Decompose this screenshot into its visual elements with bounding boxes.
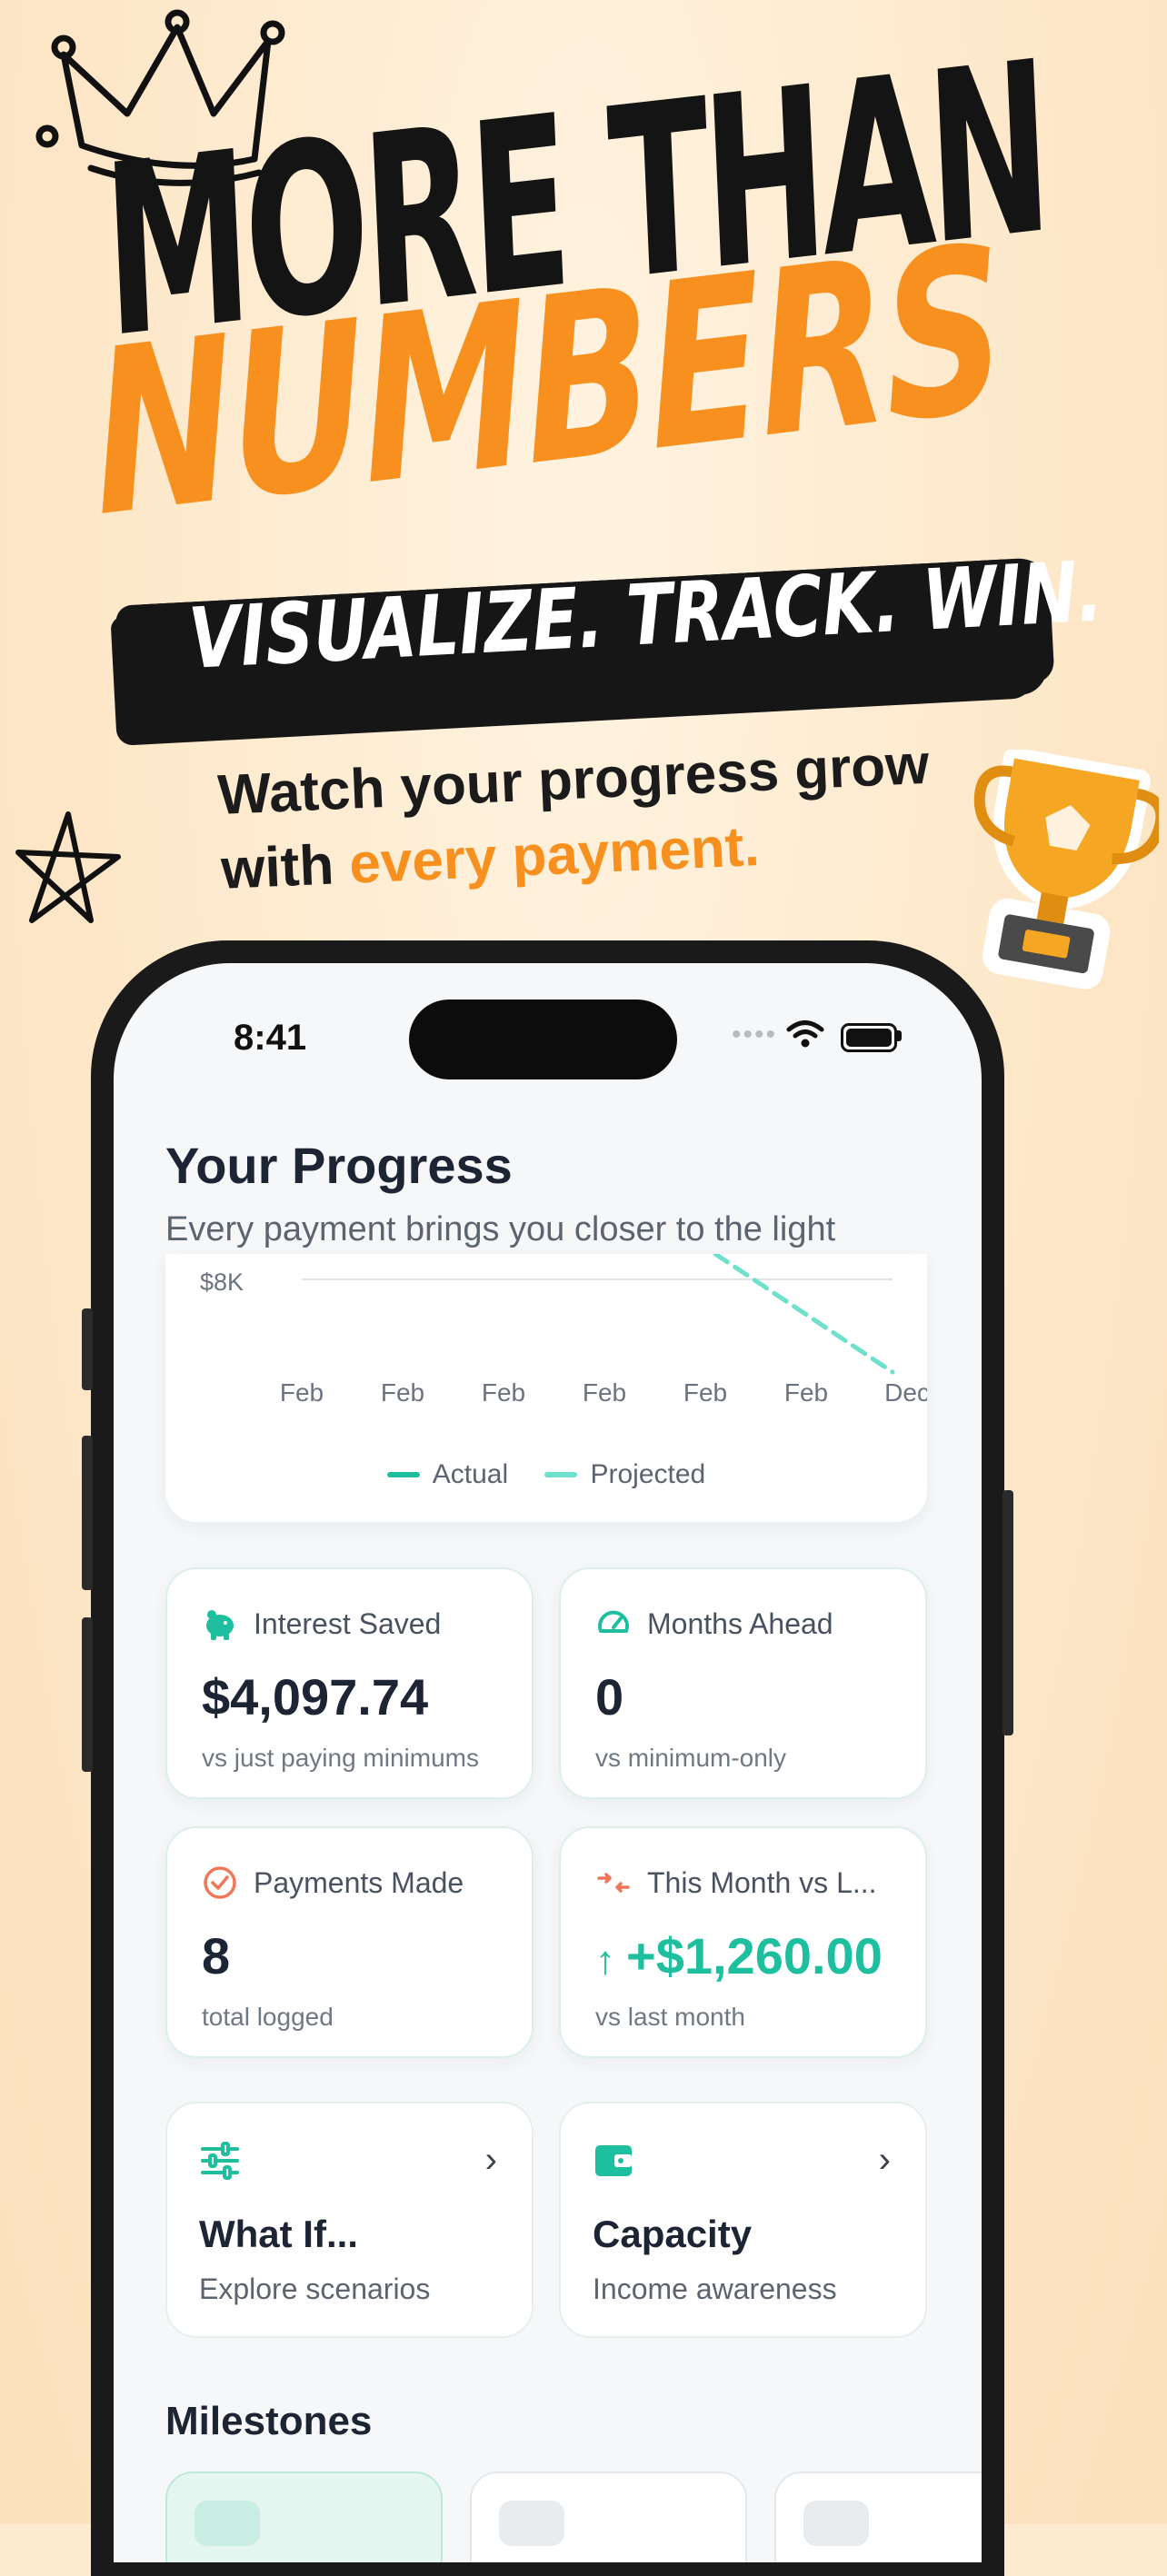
- chevron-right-icon: ›: [878, 2140, 891, 2180]
- milestones-title: Milestones: [165, 2399, 373, 2443]
- x-tick-label: Feb: [482, 1378, 525, 1407]
- battery-icon: [841, 1023, 897, 1052]
- subheadline-prefix: with: [219, 832, 351, 901]
- stat-card-months-ahead: Months Ahead 0 vs minimum-only: [559, 1567, 927, 1799]
- milestone-card[interactable]: [774, 2472, 982, 2562]
- nav-card-subtitle: Income awareness: [593, 2273, 837, 2305]
- piggy-bank-icon: [206, 1610, 234, 1640]
- app-screen: 8:41 •••• Your Progress Every payment br…: [114, 963, 982, 2562]
- legend-item-projected: Projected: [544, 1459, 705, 1490]
- stat-value: 8: [202, 1927, 231, 1984]
- legend-label-projected: Projected: [590, 1459, 706, 1489]
- stat-note: vs just paying minimums: [202, 1744, 479, 1772]
- progress-chart: $8K Feb Feb Feb Feb Feb Feb Dec Actual Projecte…: [165, 1254, 927, 1522]
- stat-card-interest-saved: Interest Saved $4,097.74 vs just paying …: [165, 1567, 534, 1799]
- chevron-right-icon: ›: [484, 2140, 497, 2180]
- battery-cap: [897, 1030, 902, 1041]
- x-tick-label: Feb: [784, 1378, 828, 1407]
- x-tick-label: Feb: [280, 1378, 324, 1407]
- x-tick-label: Feb: [381, 1378, 424, 1407]
- subheadline: Watch your progress grow with every paym…: [216, 723, 1040, 908]
- legend-label-actual: Actual: [432, 1459, 509, 1489]
- what-if-card[interactable]: › What If... Explore scenarios: [165, 2102, 534, 2338]
- legend-item-actual: Actual: [386, 1459, 509, 1490]
- chart-legend: Actual Projected: [165, 1454, 927, 1490]
- milestone-card[interactable]: [470, 2472, 747, 2562]
- stat-label: Interest Saved: [254, 1607, 442, 1640]
- wifi-icon: [786, 1020, 824, 1048]
- sliders-icon: [201, 2142, 239, 2180]
- stat-label: Months Ahead: [647, 1607, 833, 1640]
- capacity-card[interactable]: › Capacity Income awareness: [559, 2102, 927, 2338]
- milestone-icon: [803, 2501, 869, 2546]
- nav-card-title: What If...: [199, 2213, 358, 2255]
- series-line-projected: [713, 1254, 895, 1375]
- subheadline-line-1: Watch your progress grow: [216, 732, 931, 827]
- dynamic-island: [409, 1000, 677, 1079]
- x-tick-label: Dec: [884, 1378, 927, 1407]
- stat-value-text: +$1,260.00: [626, 1927, 883, 1984]
- signal-dots-icon: ••••: [732, 1019, 778, 1049]
- subheadline-highlight: every payment.: [347, 815, 761, 896]
- milestone-icon: [194, 2501, 260, 2546]
- x-tick-label: Feb: [583, 1378, 626, 1407]
- stat-card-this-month: This Month vs L... ↑ +$1,260.00 vs last m…: [559, 1826, 927, 2058]
- hero: MORE THAN NUMBERS VISUALIZE. TRACK. WIN.…: [0, 0, 1167, 990]
- page-title: Your Progress: [165, 1137, 513, 1194]
- status-bar: 8:41 ••••: [114, 963, 982, 1090]
- phone-volume-down: [82, 1617, 93, 1772]
- stat-value: ↑ +$1,260.00: [595, 1926, 883, 1985]
- star-doodle-icon: [15, 811, 121, 923]
- stat-card-payments-made: Payments Made 8 total logged: [165, 1826, 534, 2058]
- speedometer-icon: [598, 1610, 629, 1633]
- check-circle-icon: [204, 1866, 236, 1899]
- stat-note: vs last month: [595, 2003, 745, 2031]
- stat-note: total logged: [202, 2003, 334, 2031]
- milestone-icon: [499, 2501, 564, 2546]
- wallet-icon: [595, 2145, 632, 2176]
- phone-volume-up: [82, 1436, 93, 1590]
- stat-note: vs minimum-only: [595, 1744, 787, 1772]
- status-time: 8:41: [234, 1018, 307, 1058]
- stat-label: This Month vs L...: [647, 1866, 877, 1899]
- x-tick-label: Feb: [683, 1378, 727, 1407]
- milestone-card[interactable]: [165, 2472, 443, 2562]
- stat-label: Payments Made: [254, 1866, 464, 1899]
- nav-card-subtitle: Explore scenarios: [199, 2273, 431, 2305]
- chart-svg: $8K Feb Feb Feb Feb Feb Feb Dec: [200, 1254, 927, 1407]
- arrow-up-icon: ↑: [595, 1938, 615, 1983]
- phone-side-button: [82, 1308, 93, 1390]
- legend-swatch-projected: [544, 1472, 578, 1477]
- phone-power-button: [1002, 1490, 1013, 1736]
- page-subtitle: Every payment brings you closer to the l…: [165, 1210, 836, 1248]
- nav-card-title: Capacity: [593, 2213, 753, 2255]
- trophy-sticker-icon: [973, 750, 1159, 990]
- y-tick-label: $8K: [200, 1268, 244, 1296]
- stat-value: $4,097.74: [202, 1668, 429, 1726]
- stat-value: 0: [595, 1668, 624, 1726]
- legend-swatch-actual: [386, 1472, 420, 1477]
- compare-arrows-icon: [597, 1873, 630, 1893]
